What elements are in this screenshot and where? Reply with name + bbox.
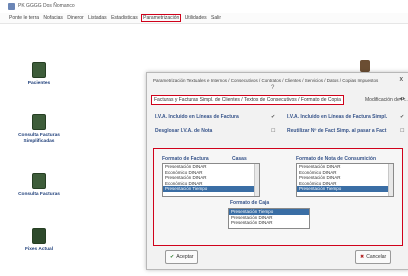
cancel-icon: ✖ xyxy=(360,254,365,260)
app-titlebar: PK GGGG Dos Ñomanco xyxy=(0,0,408,13)
consulta-facturas-icon xyxy=(32,173,46,189)
formato-caja-label: Formato de Caja xyxy=(230,200,270,206)
menu-item-dineror[interactable]: Dineror xyxy=(67,15,83,21)
check-icon: ✔ xyxy=(170,254,175,260)
menu-item-nofacias[interactable]: Nofacias xyxy=(43,15,62,21)
desktop-icon-pacientes[interactable]: Pacientes xyxy=(12,62,66,87)
checkbox-iva-lineas-factura[interactable]: ✔ xyxy=(271,114,275,120)
option-desglosar-iva: Desglosar I.V.A. de Nota xyxy=(155,128,213,134)
desktop-icon-consulta-facturas[interactable]: Consulta Facturas xyxy=(12,173,66,198)
formato-factura-label: Formato de Factura xyxy=(162,156,209,162)
menu-item-ponte[interactable]: Ponte le terra xyxy=(9,15,39,21)
desktop-icon-label: Pacientes xyxy=(27,81,51,86)
scrollbar[interactable] xyxy=(388,164,393,196)
desktop-icon-label: Fixes Actual xyxy=(24,247,54,252)
cancel-button-label: Cancelar xyxy=(366,254,387,260)
checkbox-iva-lineas-simpl[interactable]: ✔ xyxy=(400,114,404,120)
list-item[interactable]: Presentación DINAR xyxy=(229,220,309,226)
desktop-icon-consulta-simplificadas[interactable]: Consulta Facturas Simplificadas xyxy=(12,114,66,144)
help-icon[interactable]: ? xyxy=(271,85,274,91)
option-iva-lineas-factura: I.V.A. Incluido en Líneas de Factura xyxy=(155,114,239,120)
accept-button-label: Aceptar xyxy=(176,254,194,260)
consulta-simplificadas-icon xyxy=(32,114,46,130)
tab-strip: Facturas y Facturas Simpl. de Clientes /… xyxy=(149,95,408,105)
list-item-selected[interactable]: Presentación Tiempo xyxy=(163,186,259,192)
option-iva-lineas-simpl: I.V.A. Incluido en Líneas de Factura Sim… xyxy=(287,114,388,120)
pacientes-icon xyxy=(32,62,46,78)
desktop-icon-fixes[interactable]: Fixes Actual xyxy=(12,228,66,253)
formato-caja-list[interactable]: Presentación Tiempo Presentación DINAR P… xyxy=(228,208,310,229)
formato-nota-list[interactable]: Presentación DINAR Económico DINAR Prese… xyxy=(296,163,394,197)
scrollbar[interactable] xyxy=(254,164,259,196)
menu-bar: Ponte le terra Nofacias Dineror Listadas… xyxy=(0,13,408,24)
desktop-icon-label: Consulta Facturas xyxy=(18,192,60,197)
checkbox-desglosar-iva[interactable]: ☐ xyxy=(271,128,275,134)
menu-item-salir[interactable]: Salir xyxy=(211,15,221,21)
cancel-button[interactable]: ✖ Cancelar xyxy=(355,250,392,264)
menu-item-estadisticas[interactable]: Estadisticas xyxy=(111,15,138,21)
accept-button[interactable]: ✔ Aceptar xyxy=(165,250,199,264)
parametrizacion-dialog: Parametrización Textuales e Internos / C… xyxy=(146,72,408,270)
close-icon[interactable]: x xyxy=(400,76,404,83)
tab-scroll-arrows-icon[interactable]: ◂ ▸ xyxy=(399,96,405,102)
formato-factura-casas-label: Casas xyxy=(232,156,247,162)
tab-facturas-clientes[interactable]: Facturas y Facturas Simpl. de Clientes /… xyxy=(151,95,344,105)
menu-item-listadas[interactable]: Listadas xyxy=(88,15,107,21)
fixes-icon xyxy=(32,228,46,244)
app-logo-icon xyxy=(8,3,15,10)
formatos-group: Formato de Factura Casas Presentación DI… xyxy=(153,148,403,246)
menu-item-parametrizacion[interactable]: Parametrización xyxy=(141,14,182,22)
checkbox-reutilizar-numero[interactable]: ☐ xyxy=(400,128,404,134)
list-item-selected[interactable]: Presentación Tiempo xyxy=(297,186,393,192)
desktop-deco-icon xyxy=(360,60,370,72)
app-title: PK GGGG Dos Ñomanco xyxy=(18,3,75,9)
option-reutilizar-numero: Reutilizar Nº de Fact Simp. al pasar a F… xyxy=(287,128,387,134)
dialog-title: Parametrización Textuales e Internos / C… xyxy=(153,78,379,83)
desktop-icon-label: Consulta Facturas Simplificadas xyxy=(18,133,60,144)
formato-factura-list[interactable]: Presentación DINAR Económico DINAR Prese… xyxy=(162,163,260,197)
menu-item-utilidades[interactable]: Utilidades xyxy=(185,15,207,21)
formato-nota-label: Formato de Nota de Consumición xyxy=(296,156,377,162)
